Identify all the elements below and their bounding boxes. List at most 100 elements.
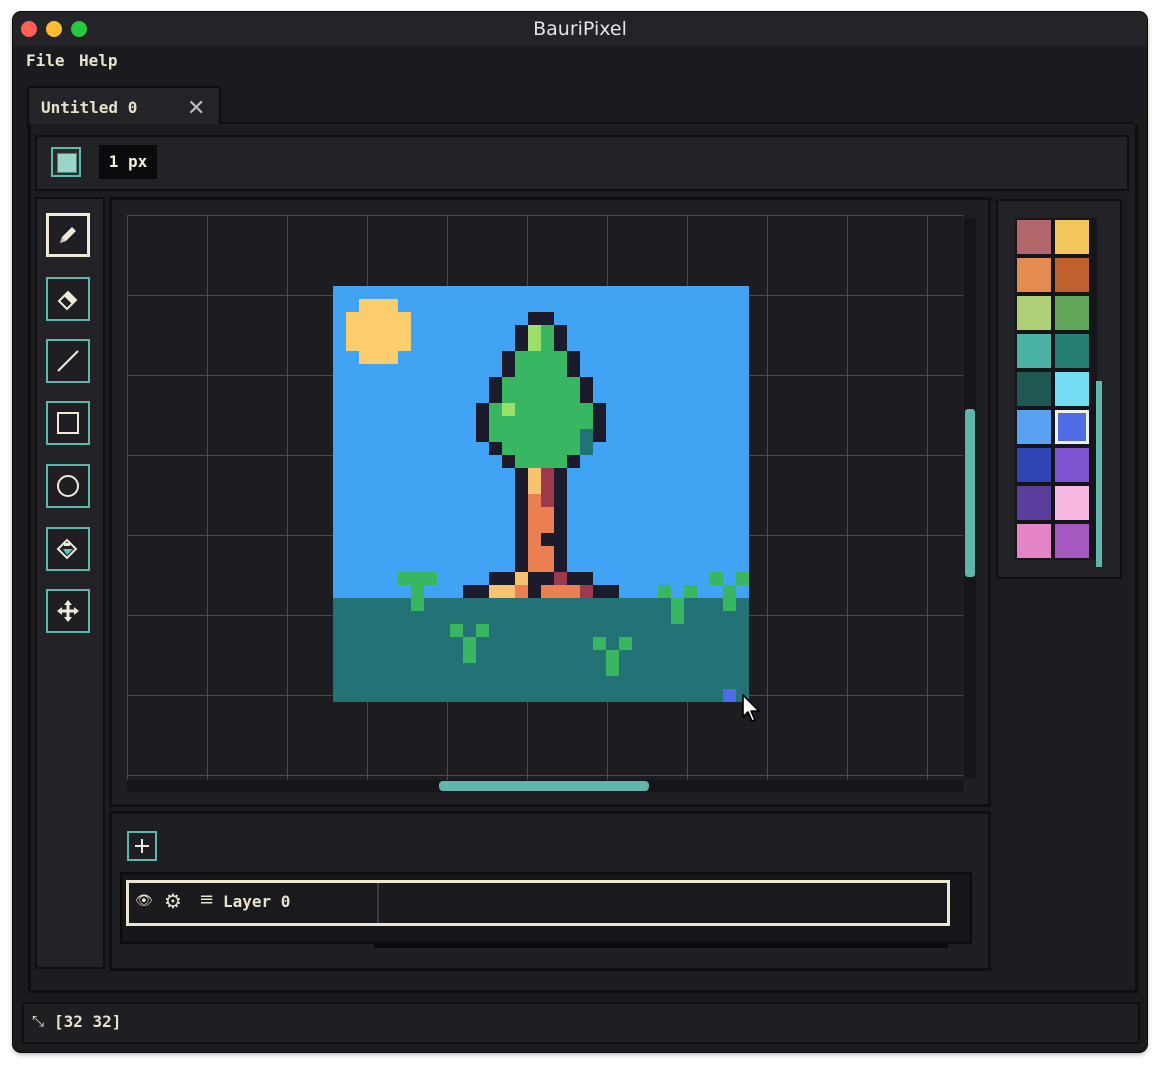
ellipse-tool[interactable]	[46, 464, 90, 508]
palette-swatch[interactable]	[1017, 448, 1051, 482]
window-title: BauriPixel	[533, 18, 627, 40]
palette-swatch[interactable]	[1055, 296, 1089, 330]
line-tool[interactable]	[46, 339, 90, 383]
palette-swatch[interactable]	[1055, 524, 1089, 558]
canvas-panel	[109, 197, 991, 807]
trunk-outline	[541, 533, 554, 546]
tool-options-bar: 1 px	[35, 135, 1129, 191]
vertical-scrollbar-thumb[interactable]	[965, 409, 975, 577]
palette-swatch[interactable]	[1017, 372, 1051, 406]
tree-leaves	[489, 429, 593, 442]
add-layer-button[interactable]	[127, 831, 157, 861]
tree-leaves	[502, 390, 580, 403]
palette-swatch[interactable]	[1055, 220, 1089, 254]
tool-panel	[35, 197, 105, 969]
roots	[515, 572, 528, 585]
tree-leaves	[489, 416, 593, 429]
palette-swatch[interactable]	[1017, 258, 1051, 292]
trunk-shade	[541, 468, 554, 507]
pencil-tool[interactable]	[46, 213, 90, 257]
grass	[606, 650, 619, 676]
roots	[489, 585, 515, 598]
grass	[450, 624, 463, 637]
plus-icon	[135, 839, 149, 853]
layer-list-scrollbar[interactable]	[374, 942, 948, 948]
grass	[723, 585, 736, 611]
grass	[710, 572, 723, 585]
palette-swatch[interactable]	[1017, 524, 1051, 558]
menu-bar: File Help	[13, 46, 1147, 76]
layer-list: 👁 ⚙ ≡ Layer 0	[120, 872, 972, 944]
grass	[684, 585, 697, 598]
palette-swatch[interactable]	[1017, 334, 1051, 368]
tree-leaves	[502, 442, 580, 455]
palette-swatch[interactable]	[1017, 410, 1051, 444]
tree-highlight	[528, 325, 541, 351]
palette-scrollbar[interactable]	[1096, 381, 1102, 567]
tree-outline	[528, 312, 554, 325]
palette-swatch[interactable]	[1055, 448, 1089, 482]
pixel-canvas[interactable]	[333, 286, 749, 702]
palette-swatch[interactable]	[1055, 334, 1089, 368]
rectangle-tool[interactable]	[46, 401, 90, 445]
circle-icon	[57, 475, 79, 497]
layer-name: Layer 0	[223, 892, 291, 911]
palette-swatch[interactable]	[1055, 372, 1089, 406]
roots	[515, 585, 528, 598]
tab-label: Untitled 0	[41, 98, 138, 117]
grass	[736, 572, 749, 585]
sun	[359, 299, 398, 312]
gear-icon[interactable]: ⚙	[164, 889, 182, 913]
tab-untitled-0[interactable]: Untitled 0 ✕	[27, 86, 221, 128]
horizontal-scrollbar-thumb[interactable]	[439, 781, 649, 791]
grass	[619, 637, 632, 650]
eye-icon[interactable]: 👁	[135, 893, 153, 909]
canvas-size-icon: ⤡	[32, 1012, 45, 1030]
canvas-size-readout: [32 32]	[54, 1012, 122, 1031]
tree-highlight	[502, 403, 515, 416]
grass	[463, 637, 476, 663]
roots-outline	[489, 572, 593, 585]
grass	[476, 624, 489, 637]
line-icon	[57, 350, 79, 372]
layer-row-divider	[377, 883, 379, 923]
eraser-tool[interactable]	[46, 277, 90, 321]
layers-panel: 👁 ⚙ ≡ Layer 0	[109, 811, 991, 971]
menu-file[interactable]: File	[26, 51, 65, 70]
palette-swatch[interactable]	[1055, 486, 1089, 520]
tree-leaves	[515, 351, 567, 364]
mouse-cursor-icon	[742, 694, 760, 722]
pencil-icon	[60, 227, 76, 243]
close-tab-icon[interactable]: ✕	[187, 96, 205, 121]
layer-row[interactable]: 👁 ⚙ ≡ Layer 0	[126, 880, 950, 926]
title-bar[interactable]: BauriPixel	[13, 12, 1147, 46]
palette-swatch[interactable]	[1055, 410, 1089, 444]
tree-leaves	[502, 377, 580, 390]
palette-swatch[interactable]	[1055, 258, 1089, 292]
palette-panel	[996, 199, 1122, 579]
color-palette	[1015, 218, 1097, 560]
grass	[593, 637, 606, 650]
roots	[580, 585, 593, 598]
grass	[411, 572, 424, 585]
grass	[671, 598, 684, 624]
palette-swatch[interactable]	[1017, 486, 1051, 520]
selected-pixel	[723, 689, 736, 702]
brush-size-field[interactable]: 1 px	[99, 145, 157, 179]
rectangle-icon	[57, 412, 79, 434]
ground	[333, 598, 749, 702]
palette-swatch[interactable]	[1017, 296, 1051, 330]
sun	[359, 351, 398, 364]
grass	[424, 572, 437, 585]
roots	[541, 585, 580, 598]
grass	[411, 585, 424, 611]
tree-leaves	[515, 364, 567, 377]
move-tool[interactable]	[46, 589, 90, 633]
roots	[554, 572, 567, 585]
drag-handle-icon[interactable]: ≡	[199, 889, 214, 910]
trunk-highlight	[528, 468, 541, 494]
color-preview-icon[interactable]	[51, 147, 81, 177]
palette-swatch[interactable]	[1017, 220, 1051, 254]
menu-help[interactable]: Help	[79, 51, 118, 70]
fill-tool[interactable]	[46, 527, 90, 571]
